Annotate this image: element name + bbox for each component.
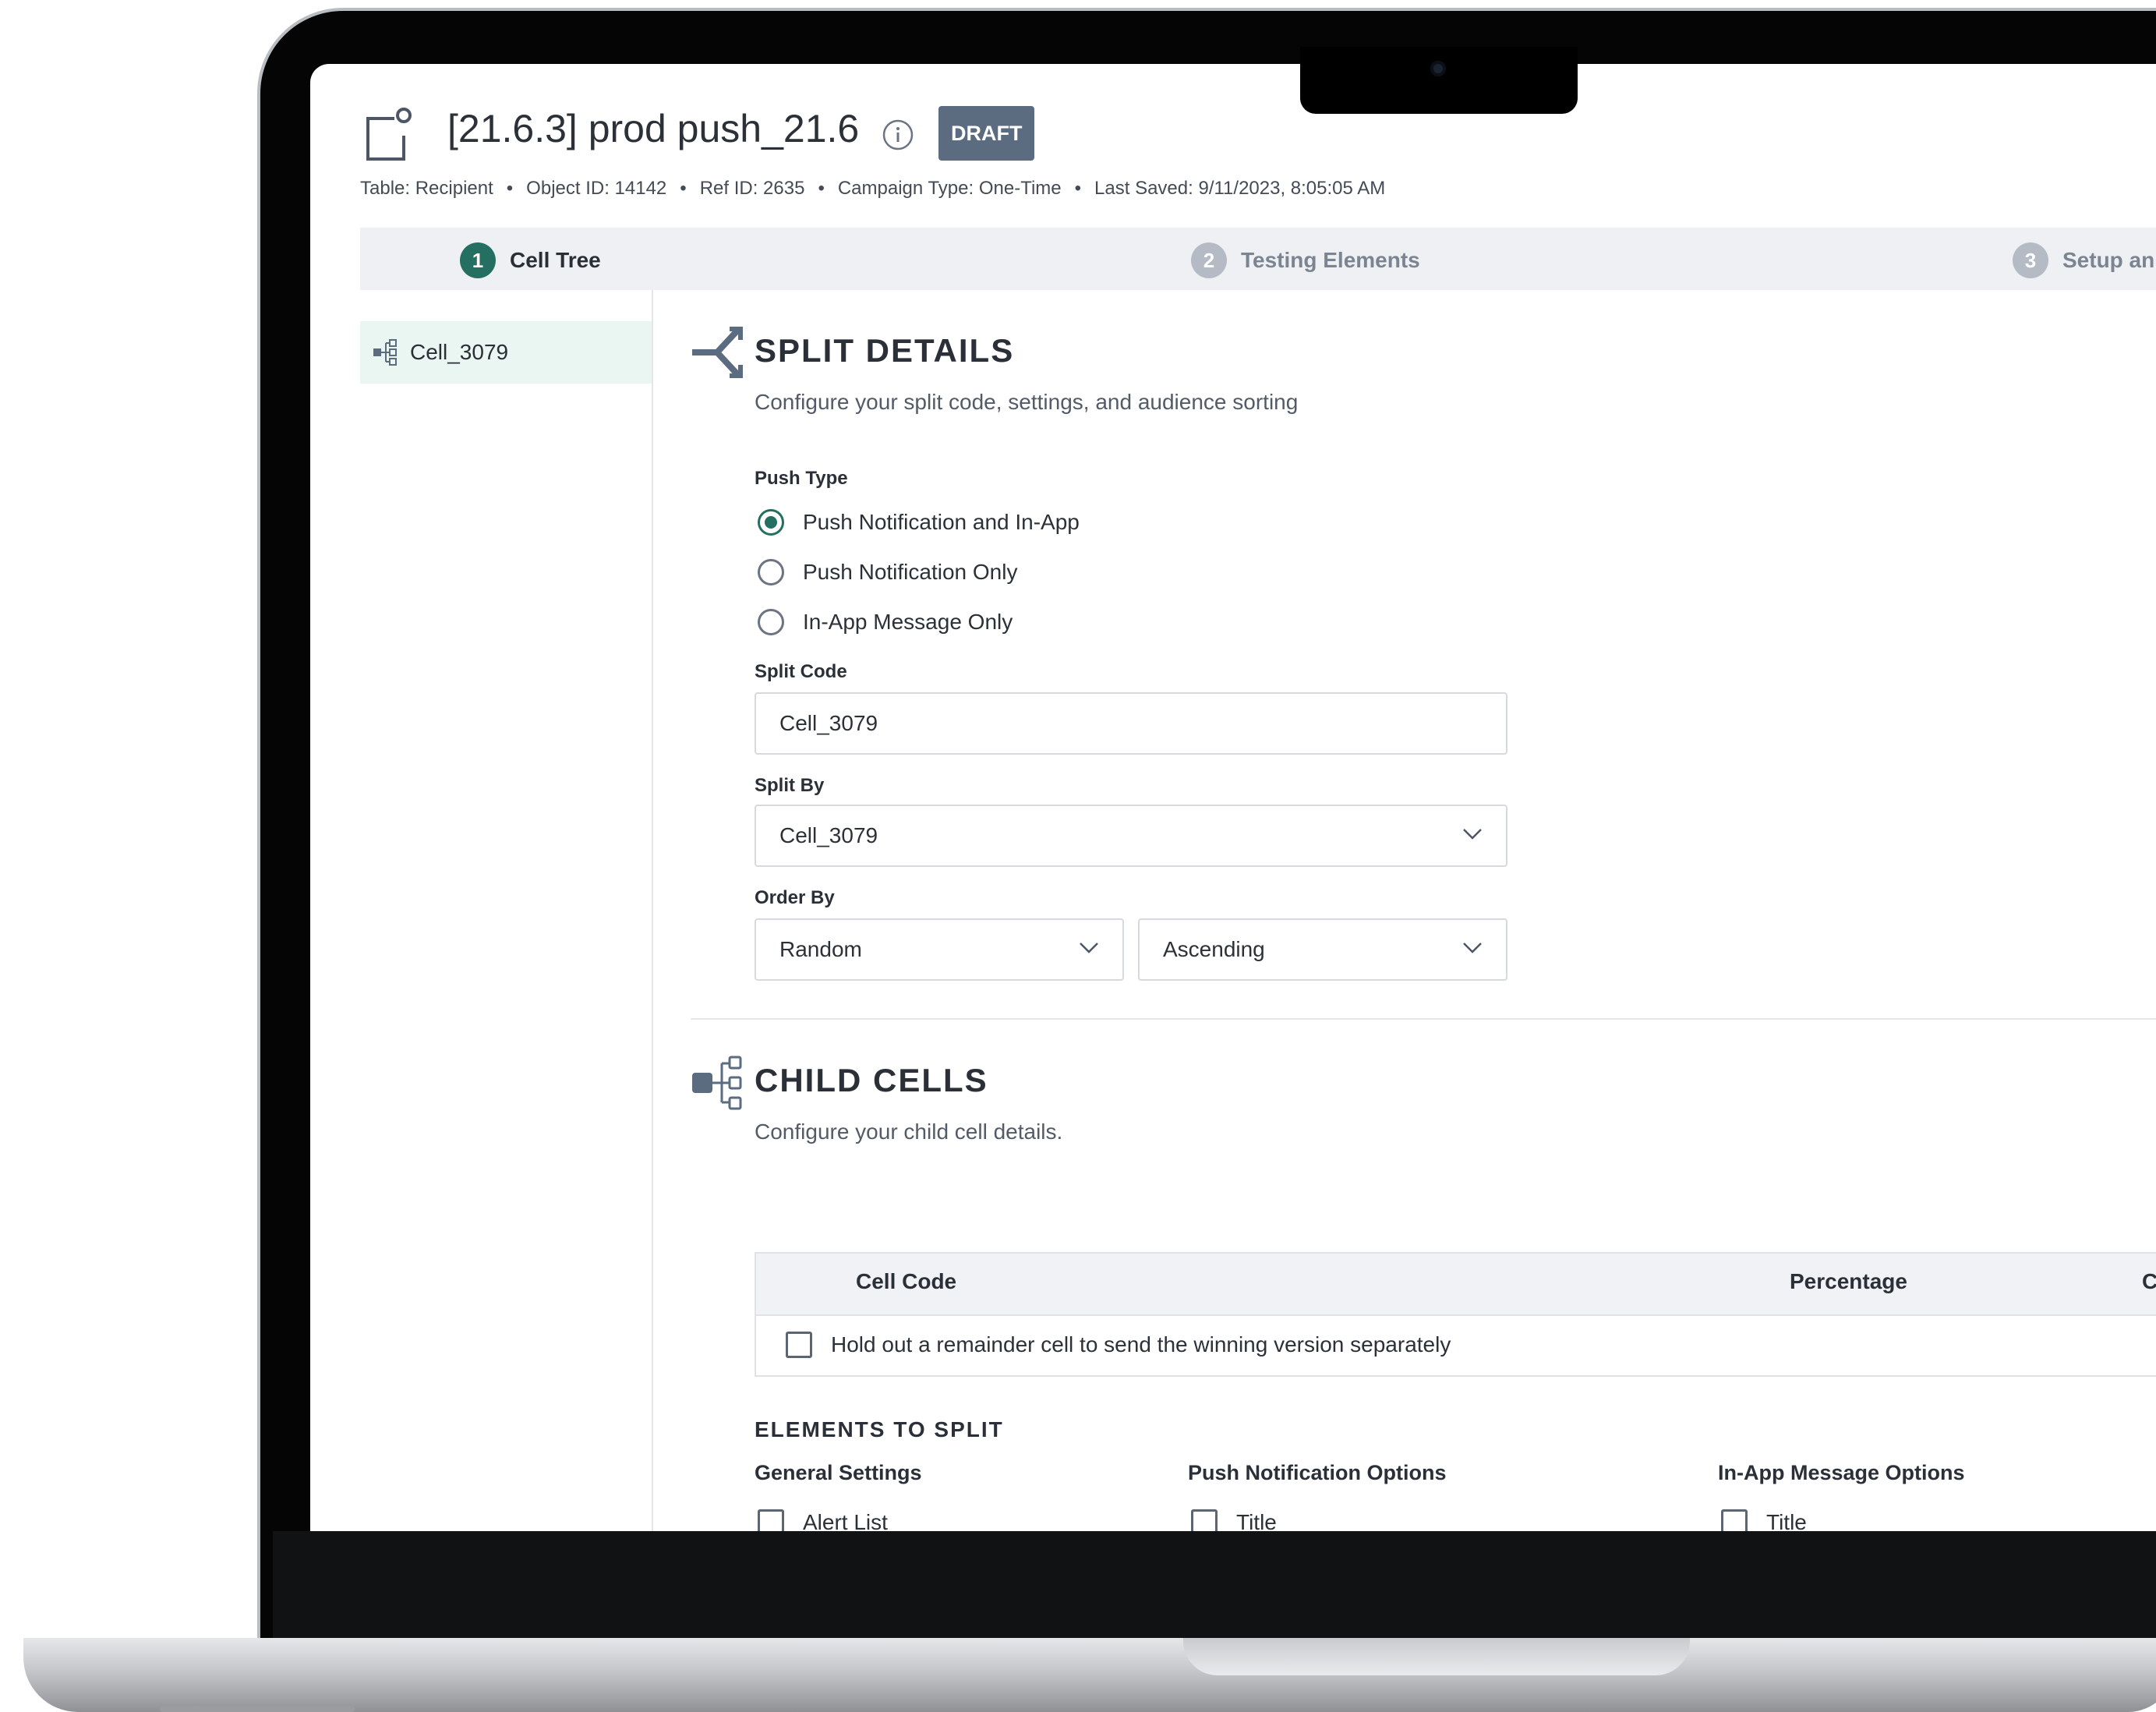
child-cells-title: CHILD CELLS bbox=[755, 1062, 988, 1098]
section-divider bbox=[691, 1018, 2156, 1020]
workflow-stepper: 1 Cell Tree 2 Testing Elements 3 Setup a… bbox=[360, 228, 2156, 290]
radio-label: Push Notification Only bbox=[803, 560, 1018, 584]
meta-object-id: Object ID: 14142 bbox=[526, 178, 667, 199]
split-code-input[interactable]: Cell_3079 bbox=[755, 692, 1507, 755]
order-by-direction-select[interactable]: Ascending bbox=[1138, 918, 1507, 981]
chevron-down-icon bbox=[1463, 829, 1482, 840]
separator-dot: • bbox=[680, 178, 687, 199]
meta-table: Table: Recipient bbox=[360, 178, 493, 199]
radio-label: Push Notification and In-App bbox=[803, 510, 1080, 534]
option-push-title[interactable]: Title bbox=[1191, 1509, 1277, 1531]
meta-last-saved: Last Saved: 9/11/2023, 8:05:05 AM bbox=[1094, 178, 1386, 199]
chevron-down-icon bbox=[1080, 943, 1098, 953]
app-screen: [21.6.3] prod push_21.6 DRAFT Table: Rec… bbox=[310, 64, 2156, 1531]
cell-tree-sidebar: Cell_3079 bbox=[360, 290, 653, 1531]
option-inapp-title[interactable]: Title bbox=[1721, 1509, 1807, 1531]
split-by-value: Cell_3079 bbox=[779, 823, 878, 847]
radio-inapp-only[interactable]: In-App Message Only bbox=[758, 605, 1013, 639]
order-by-field-value: Random bbox=[779, 937, 862, 961]
split-details-subtitle: Configure your split code, settings, and… bbox=[755, 390, 1299, 414]
step-setup[interactable]: 3 Setup an bbox=[2013, 242, 2155, 278]
sidebar-item-cell[interactable]: Cell_3079 bbox=[360, 321, 652, 384]
order-by-direction-value: Ascending bbox=[1163, 937, 1265, 961]
radio-push-and-inapp[interactable]: Push Notification and In-App bbox=[758, 505, 1080, 539]
camera-notch bbox=[1300, 47, 1578, 114]
holdout-checkbox[interactable] bbox=[786, 1332, 812, 1358]
holdout-option[interactable]: Hold out a remainder cell to send the wi… bbox=[786, 1332, 1451, 1358]
split-by-select[interactable]: Cell_3079 bbox=[755, 805, 1507, 867]
split-icon bbox=[692, 327, 743, 378]
elements-to-split-title: ELEMENTS TO SPLIT bbox=[755, 1417, 1004, 1441]
cell-tree-icon bbox=[373, 339, 397, 366]
push-options-heading: Push Notification Options bbox=[1188, 1461, 1447, 1484]
option-checkbox[interactable] bbox=[1191, 1509, 1218, 1531]
split-code-value: Cell_3079 bbox=[779, 711, 878, 735]
step-cell-tree[interactable]: 1 Cell Tree bbox=[460, 242, 601, 278]
step-testing-elements[interactable]: 2 Testing Elements bbox=[1191, 242, 1420, 278]
split-by-label: Split By bbox=[755, 775, 825, 796]
step-label: Cell Tree bbox=[510, 248, 601, 272]
step-label: Setup an bbox=[2062, 248, 2155, 272]
sidebar-item-label: Cell_3079 bbox=[410, 340, 509, 364]
column-header-percentage: Percentage bbox=[1790, 1269, 1907, 1293]
split-details-title: SPLIT DETAILS bbox=[755, 332, 1015, 369]
laptop-foot bbox=[160, 1706, 355, 1712]
camera-icon bbox=[1430, 61, 1446, 76]
laptop-base bbox=[23, 1638, 2156, 1712]
meta-ref-id: Ref ID: 2635 bbox=[699, 178, 805, 199]
child-cells-subtitle: Configure your child cell details. bbox=[755, 1120, 1063, 1144]
table-header: Cell Code Percentage C bbox=[756, 1254, 2156, 1316]
child-cells-table: Cell Code Percentage C Hold out a remain… bbox=[755, 1252, 2156, 1377]
step-number: 1 bbox=[460, 242, 496, 278]
status-badge: DRAFT bbox=[938, 106, 1035, 161]
step-number: 3 bbox=[2013, 242, 2048, 278]
campaign-meta: Table: Recipient • Object ID: 14142 • Ref ID… bbox=[360, 178, 1385, 200]
step-label: Testing Elements bbox=[1241, 248, 1420, 272]
page-title: [21.6.3] prod push_21.6 bbox=[447, 107, 860, 150]
option-label: Title bbox=[1766, 1510, 1807, 1531]
laptop-opening-notch bbox=[1183, 1638, 1690, 1675]
option-label: Title bbox=[1236, 1510, 1277, 1531]
radio-push-only[interactable]: Push Notification Only bbox=[758, 555, 1017, 589]
order-by-field-select[interactable]: Random bbox=[755, 918, 1124, 981]
column-header-cell-code: Cell Code bbox=[856, 1269, 957, 1293]
chevron-down-icon bbox=[1463, 943, 1482, 953]
info-icon[interactable] bbox=[882, 118, 914, 151]
push-type-label: Push Type bbox=[755, 468, 848, 489]
option-label: Alert List bbox=[803, 1510, 888, 1531]
general-settings-heading: General Settings bbox=[755, 1461, 922, 1484]
laptop-bezel bbox=[273, 1531, 2156, 1640]
option-checkbox[interactable] bbox=[758, 1509, 784, 1531]
separator-dot: • bbox=[1074, 178, 1082, 199]
holdout-label: Hold out a remainder cell to send the wi… bbox=[831, 1332, 1451, 1357]
inapp-options-heading: In-App Message Options bbox=[1718, 1461, 1965, 1484]
radio-button[interactable] bbox=[758, 609, 784, 635]
separator-dot: • bbox=[818, 178, 825, 199]
option-alert-list[interactable]: Alert List bbox=[758, 1509, 888, 1531]
step-number: 2 bbox=[1191, 242, 1227, 278]
column-header-extra: C bbox=[2142, 1269, 2156, 1293]
order-by-label: Order By bbox=[755, 887, 835, 908]
campaign-page-icon bbox=[366, 108, 412, 161]
option-checkbox[interactable] bbox=[1721, 1509, 1748, 1531]
radio-button[interactable] bbox=[758, 509, 784, 536]
radio-button[interactable] bbox=[758, 559, 784, 585]
radio-label: In-App Message Only bbox=[803, 610, 1013, 634]
meta-campaign-type: Campaign Type: One-Time bbox=[837, 178, 1062, 199]
split-code-label: Split Code bbox=[755, 661, 847, 682]
child-cells-icon bbox=[692, 1056, 742, 1110]
separator-dot: • bbox=[506, 178, 514, 199]
